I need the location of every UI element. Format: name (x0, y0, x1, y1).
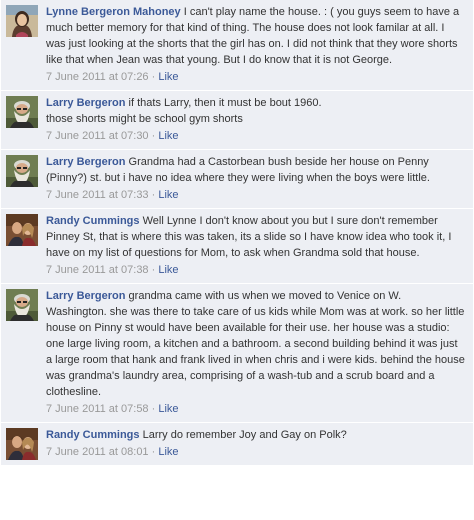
comment-body: Larry Bergeron Grandma had a Castorbean … (46, 154, 465, 186)
comment-item: Larry Bergeron grandma came with us when… (1, 284, 473, 423)
like-link[interactable]: Like (158, 446, 178, 458)
comment-timestamp[interactable]: 7 June 2011 at 07:30 (46, 130, 149, 142)
avatar-couple-icon (6, 214, 38, 246)
avatar[interactable] (6, 428, 38, 460)
avatar[interactable] (6, 289, 38, 321)
comment-author-link[interactable]: Larry Bergeron (46, 290, 125, 302)
comment-body: Larry Bergeron if thats Larry, then it m… (46, 95, 465, 127)
comment-body: Larry Bergeron grandma came with us when… (46, 288, 465, 400)
avatar[interactable] (6, 214, 38, 246)
meta-separator: · (151, 264, 156, 276)
like-link[interactable]: Like (158, 71, 178, 83)
meta-separator: · (151, 130, 156, 142)
comment-author-link[interactable]: Larry Bergeron (46, 97, 125, 109)
comment-timestamp[interactable]: 7 June 2011 at 07:26 (46, 71, 149, 83)
comment-item: Randy Cummings Larry do remember Joy and… (1, 423, 473, 466)
comment-author-link[interactable]: Randy Cummings (46, 429, 140, 441)
comment-body: Lynne Bergeron Mahoney I can't play name… (46, 4, 465, 68)
like-link[interactable]: Like (158, 130, 178, 142)
like-link[interactable]: Like (158, 403, 178, 415)
meta-separator: · (151, 71, 156, 83)
comment-author-link[interactable]: Randy Cummings (46, 215, 140, 227)
comment-timestamp[interactable]: 7 June 2011 at 07:33 (46, 189, 149, 201)
avatar[interactable] (6, 5, 38, 37)
comment-meta: 7 June 2011 at 07:38 · Like (46, 262, 465, 279)
meta-separator: · (151, 189, 156, 201)
comment-meta: 7 June 2011 at 07:58 · Like (46, 401, 465, 418)
avatar-female-woman-icon (6, 5, 38, 37)
comment-text: grandma came with us when we moved to Ve… (46, 290, 465, 398)
like-link[interactable]: Like (158, 264, 178, 276)
comment-author-link[interactable]: Lynne Bergeron Mahoney (46, 6, 181, 18)
comment-meta: 7 June 2011 at 07:33 · Like (46, 187, 465, 204)
comment-timestamp[interactable]: 7 June 2011 at 07:38 (46, 264, 149, 276)
comment-item: Lynne Bergeron Mahoney I can't play name… (1, 0, 473, 91)
like-link[interactable]: Like (158, 189, 178, 201)
meta-separator: · (151, 446, 156, 458)
comment-timestamp[interactable]: 7 June 2011 at 07:58 (46, 403, 149, 415)
comment-meta: 7 June 2011 at 07:26 · Like (46, 69, 465, 86)
comment-item: Larry Bergeron Grandma had a Castorbean … (1, 150, 473, 209)
comment-thread: Lynne Bergeron Mahoney I can't play name… (0, 0, 474, 466)
avatar-bearded-man-icon (6, 289, 38, 321)
comment-meta: 7 June 2011 at 07:30 · Like (46, 128, 465, 145)
comment-item: Larry Bergeron if thats Larry, then it m… (1, 91, 473, 150)
comment-timestamp[interactable]: 7 June 2011 at 08:01 (46, 446, 149, 458)
meta-separator: · (151, 403, 156, 415)
avatar-couple-icon (6, 428, 38, 460)
comment-text: Larry do remember Joy and Gay on Polk? (142, 429, 347, 441)
avatar-bearded-man-icon (6, 96, 38, 128)
comment-body: Randy Cummings Larry do remember Joy and… (46, 427, 465, 443)
comment-body: Randy Cummings Well Lynne I don't know a… (46, 213, 465, 261)
comment-item: Randy Cummings Well Lynne I don't know a… (1, 209, 473, 284)
comment-meta: 7 June 2011 at 08:01 · Like (46, 444, 465, 461)
avatar[interactable] (6, 96, 38, 128)
avatar-bearded-man-icon (6, 155, 38, 187)
avatar[interactable] (6, 155, 38, 187)
comment-author-link[interactable]: Larry Bergeron (46, 156, 125, 168)
